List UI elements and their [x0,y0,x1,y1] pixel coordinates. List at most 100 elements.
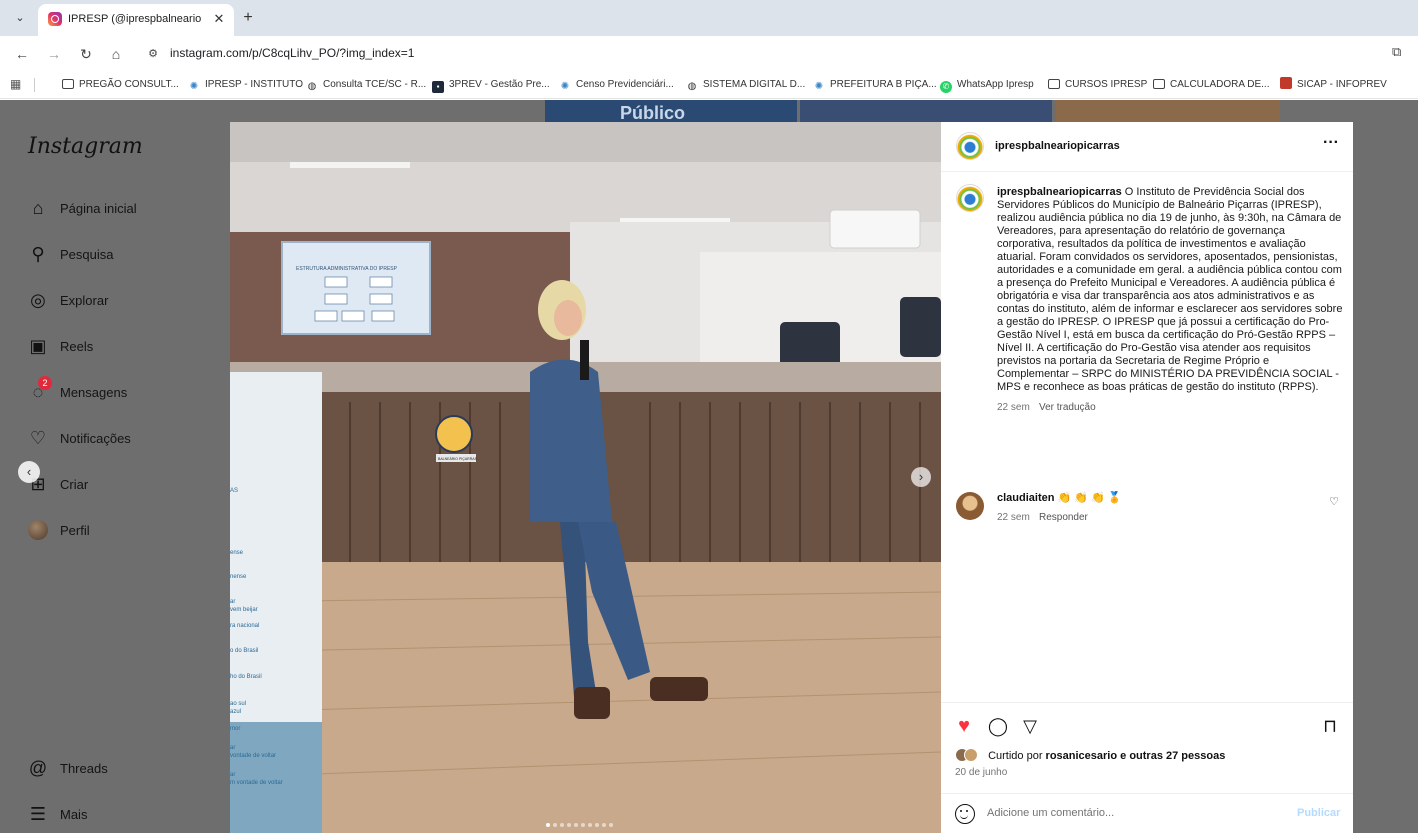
nav-label: Pesquisa [60,247,114,262]
bookmark-item[interactable]: ✆ WhatsApp Ipresp [940,77,1034,93]
nav-messages[interactable]: ◌ 2 Mensagens [26,376,216,406]
folder-icon [62,79,74,89]
commenter-avatar[interactable] [956,492,984,520]
likes-suffix[interactable]: e outras 27 pessoas [1120,750,1225,762]
comment-like-icon[interactable]: ♡ [1328,496,1340,508]
nav-reels[interactable]: ▣ Reels [26,334,216,360]
profile-avatar-icon [28,520,48,540]
org-box [371,310,395,322]
bookmark-label: Consulta TCE/SC - R... [323,79,427,90]
browser-toolbar: ← → ↻ ⌂ ⚙ instagram.com/p/C8cqLihv_PO/?i… [0,36,1418,72]
nav-label: Mensagens [60,385,128,400]
carousel-dot [560,823,564,827]
nav-more[interactable]: ☰ Mais [26,802,216,828]
post-date: 20 de junho [955,767,1008,778]
instagram-logo[interactable]: Instagram [28,134,143,159]
nav-label: Reels [60,339,94,354]
banner-line: azul [230,709,241,715]
banner-line: mor [230,726,240,732]
carousel-next-icon[interactable]: › [911,467,931,487]
carousel-prev-icon[interactable]: ‹ [18,461,40,483]
home-icon[interactable]: ⌂ [106,44,126,64]
liker-avatar [964,748,978,762]
like-heart-icon[interactable]: ♥ [953,715,975,737]
nav-search[interactable]: ⚲ Pesquisa [26,242,216,268]
bookmark-label: IPRESP - INSTITUTO [205,79,303,90]
banner-line: ar [230,745,235,751]
bookmark-item[interactable]: CURSOS IPRESP [1048,77,1147,93]
caption-username[interactable]: iprespbalneariopicarras [997,186,1122,198]
publish-button[interactable]: Publicar [1297,807,1340,819]
speaker-boot [650,677,708,701]
bookmark-item[interactable]: ✺ PREFEITURA B PIÇA... [813,77,937,93]
carousel-dot [581,823,585,827]
compass-icon: ◎ [30,290,46,310]
reload-icon[interactable]: ↻ [76,44,96,64]
microphone [580,340,589,380]
reply-link[interactable]: Responder [1039,512,1088,523]
share-icon[interactable]: ▽ [1019,715,1041,737]
comment-icon[interactable]: ◯ [987,715,1009,737]
org-box [324,276,348,288]
apps-grid-icon[interactable]: ▦ [10,77,24,91]
menu-icon: ☰ [29,804,47,824]
comment: claudiaiten 👏 👏 👏 🏅 22 sem Responder [997,492,1317,524]
see-translation-link[interactable]: Ver tradução [1039,402,1096,413]
emoji-icon[interactable] [955,804,975,824]
more-options-icon[interactable]: ··· [1321,135,1341,156]
bookmark-item[interactable]: ▪ 3PREV - Gestão Pre... [432,77,550,93]
instagram-favicon-icon [48,12,62,26]
forward-icon[interactable]: → [44,44,64,64]
bookmark-label: SISTEMA DIGITAL D... [703,79,806,90]
likes-user[interactable]: rosanicesario [1046,750,1118,762]
address-bar[interactable]: ⚙ instagram.com/p/C8cqLihv_PO/?img_index… [138,40,1378,68]
caption-avatar[interactable] [956,184,984,212]
site-info-icon[interactable]: ⚙ [144,45,162,63]
ipresp-icon: ✺ [814,81,824,92]
globe-icon: ◍ [307,81,317,92]
bookmark-item[interactable]: PREGÃO CONSULT... [62,77,179,93]
post-photo[interactable]: ESTRUTURA ADMINISTRATIVA DO IPRESP BALNE… [230,122,941,833]
bookmark-item[interactable]: SICAP - INFOPREV [1280,77,1387,93]
bookmark-item[interactable]: ◍ Consulta TCE/SC - R... [306,77,427,93]
banner-line: AS [230,488,238,494]
bookmark-label: Censo Previdenciári... [576,79,674,90]
tab-title: IPRESP (@iprespbalneariopicarras) [68,13,202,25]
banner-line: ao sul [230,701,246,707]
comment-username[interactable]: claudiaiten [997,492,1054,504]
bookmark-label: CALCULADORA DE... [1170,79,1270,90]
bookmark-icon[interactable]: ⊓ [1319,715,1341,737]
banner-line: ar [230,599,235,605]
new-tab-button[interactable]: + [238,8,258,28]
browser-tab-active[interactable]: IPRESP (@iprespbalneariopicarras) ✕ [38,4,234,36]
3prev-icon: ▪ [432,81,444,93]
bookmark-item[interactable]: ✺ Censo Previdenciári... [559,77,674,93]
nav-label: Explorar [60,293,109,308]
nav-create[interactable]: ⊞ Criar [26,472,216,498]
tab-close-icon[interactable]: ✕ [210,10,228,28]
caption-text: O Instituto de Previdência Social dos Se… [997,186,1343,393]
bookmark-item[interactable]: CALCULADORA DE... [1153,77,1269,93]
tab-list-button[interactable]: ⌄ [9,9,31,27]
banner-line: vem beijar [230,607,258,613]
post-header: iprespbalneariopicarras ··· [941,122,1353,172]
nav-profile[interactable]: Perfil [26,518,216,544]
background-post-strip [1056,100,1280,122]
account-avatar[interactable] [956,132,984,160]
extensions-icon[interactable]: ⧉ [1392,44,1410,64]
ceiling-light [290,162,410,168]
bookmark-item[interactable]: ✺ IPRESP - INSTITUTO [188,77,303,93]
caption-age: 22 sem [997,402,1030,413]
carousel-dot [595,823,599,827]
nav-explore[interactable]: ◎ Explorar [26,288,216,314]
nav-threads[interactable]: @ Threads [26,756,216,782]
comment-input[interactable]: Adicione um comentário... [987,807,1114,819]
bookmark-item[interactable]: ◍ SISTEMA DIGITAL D... [686,77,806,93]
nav-notifications[interactable]: ♡ Notificações [26,426,216,452]
post-username[interactable]: iprespbalneariopicarras [995,140,1120,152]
podium-emblem [435,415,473,453]
carousel-dots [546,814,616,827]
back-icon[interactable]: ← [12,44,32,64]
likes-summary[interactable]: Curtido por rosanicesario e outras 27 pe… [955,748,1225,764]
nav-home[interactable]: ⌂ Página inicial [26,196,216,222]
